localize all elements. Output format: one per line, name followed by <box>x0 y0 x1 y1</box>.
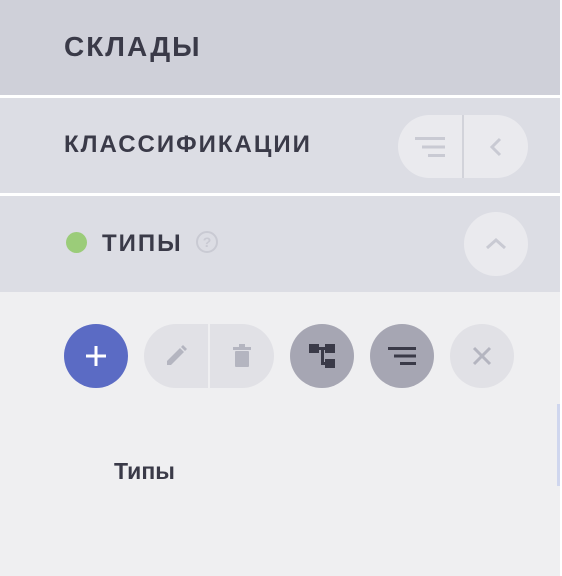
scroll-indicator <box>557 404 560 486</box>
help-icon[interactable]: ? <box>196 231 218 253</box>
classifications-back-button[interactable] <box>462 115 528 178</box>
clear-button[interactable] <box>450 324 514 388</box>
add-button[interactable] <box>64 324 128 388</box>
types-panel: Типы <box>0 292 560 576</box>
edit-delete-group <box>144 324 274 388</box>
status-dot <box>66 232 87 253</box>
delete-button[interactable] <box>208 324 274 388</box>
hierarchy-button[interactable] <box>290 324 354 388</box>
trash-icon <box>233 344 251 367</box>
sort-lines-icon <box>388 347 416 365</box>
sort-lines-icon <box>415 136 445 157</box>
collapse-button[interactable] <box>464 212 528 276</box>
warehouses-title: СКЛАДЫ <box>64 31 202 62</box>
chevron-left-icon <box>489 137 502 156</box>
classifications-sort-button[interactable] <box>398 115 462 178</box>
edit-button[interactable] <box>144 324 208 388</box>
sort-button[interactable] <box>370 324 434 388</box>
list-item[interactable]: Типы <box>114 458 175 485</box>
hierarchy-icon <box>309 344 335 368</box>
warehouses-section[interactable]: СКЛАДЫ <box>0 0 560 95</box>
classifications-section[interactable]: КЛАССИФИКАЦИИ <box>0 98 560 193</box>
pencil-icon <box>167 345 187 365</box>
types-title: ТИПЫ <box>102 230 183 257</box>
types-section[interactable]: ТИПЫ ? <box>0 196 560 292</box>
plus-icon <box>86 346 106 366</box>
classifications-title: КЛАССИФИКАЦИИ <box>64 131 312 158</box>
classifications-actions <box>398 115 528 178</box>
chevron-up-icon <box>486 237 506 250</box>
close-icon <box>472 346 492 366</box>
